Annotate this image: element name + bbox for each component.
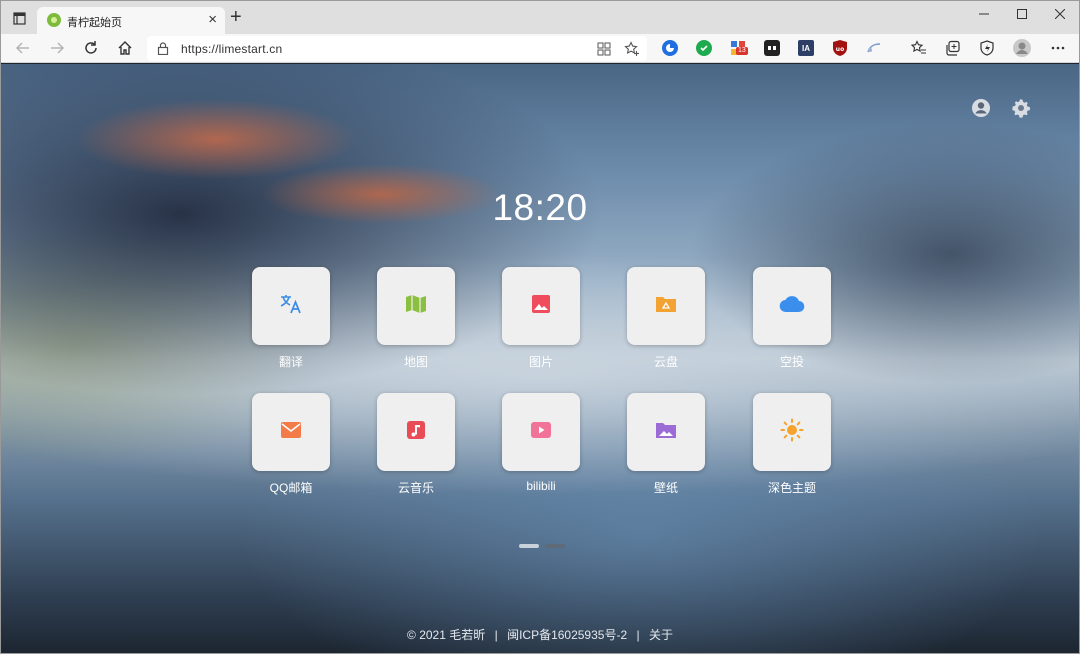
browser-essentials-icon[interactable] [978, 39, 996, 57]
tile-map[interactable]: 地图 [377, 267, 455, 370]
collections-icon[interactable] [944, 39, 962, 57]
tab-title: 青柠起始页 [67, 17, 122, 29]
page-footer: © 2021 毛若昕 | 闽ICP备16025935号-2 | 关于 [1, 626, 1079, 643]
tile-cloud-drive[interactable]: 云盘 [627, 267, 705, 370]
home-icon[interactable] [115, 38, 135, 58]
extension-badge: 13 [736, 47, 748, 55]
lock-icon[interactable] [157, 42, 169, 56]
refresh-icon[interactable] [81, 38, 101, 58]
profile-avatar-icon[interactable] [1012, 38, 1032, 58]
tile-box[interactable] [627, 393, 705, 471]
tile-airdrop[interactable]: 空投 [753, 267, 831, 370]
about-link[interactable]: 关于 [649, 628, 673, 642]
close-window-icon[interactable] [1041, 1, 1079, 27]
tile-image[interactable]: 图片 [502, 267, 580, 370]
tile-label: QQ邮箱 [269, 481, 313, 495]
tile-box[interactable] [502, 393, 580, 471]
sun-icon [780, 418, 804, 447]
play-icon [530, 421, 552, 444]
tile-label: 云盘 [653, 355, 678, 369]
icp-link[interactable]: 闽ICP备16025935号-2 [507, 628, 627, 642]
new-tab-button[interactable]: + [230, 7, 242, 27]
ublock-shield-icon[interactable]: uo [832, 40, 848, 56]
tile-label: 翻译 [278, 355, 303, 369]
tab-active[interactable]: 青柠起始页 × [37, 7, 225, 34]
extension-grid-icon[interactable]: 13 [730, 40, 748, 56]
forward-icon[interactable] [47, 38, 67, 58]
tile-label: 壁纸 [653, 481, 678, 495]
extension-translate-icon[interactable] [866, 40, 882, 56]
tile-box[interactable] [377, 393, 455, 471]
title-bar: 青柠起始页 × + [1, 1, 1079, 34]
extension-blue-icon[interactable] [662, 40, 678, 56]
mail-icon [280, 421, 302, 444]
add-favorite-icon[interactable] [623, 40, 641, 58]
more-options-icon[interactable] [1049, 39, 1067, 57]
favorites-icon[interactable] [910, 39, 928, 57]
tile-label: 地图 [403, 355, 428, 369]
tile-label: 深色主题 [767, 481, 816, 495]
back-icon[interactable] [13, 38, 33, 58]
minimize-icon[interactable] [965, 1, 1003, 27]
url-text[interactable]: https://limestart.cn [181, 42, 282, 56]
tab-actions-icon[interactable] [9, 8, 29, 28]
tile-box[interactable] [753, 393, 831, 471]
address-bar[interactable]: https://limestart.cn [147, 36, 647, 61]
page-dot[interactable] [545, 544, 565, 548]
tile-translate[interactable]: 翻译 [252, 267, 330, 370]
tile-label: bilibili [526, 479, 556, 493]
tile-label: 空投 [779, 355, 804, 369]
image-icon [531, 294, 551, 319]
svg-text:uo: uo [836, 46, 844, 53]
browser-toolbar: https://limestart.cn 13 IA uo [1, 34, 1079, 63]
tile-wallpaper[interactable]: 壁纸 [627, 393, 705, 496]
tile-qq-mail[interactable]: QQ邮箱 [252, 393, 330, 496]
tile-label: 云音乐 [397, 481, 434, 495]
maximize-icon[interactable] [1003, 1, 1041, 27]
clock-time: 18:20 [492, 187, 588, 228]
start-page: 18:20 翻译 地图 图片 云盘 空投 QQ邮箱 云音乐 bilibili 壁… [1, 64, 1079, 653]
window-controls [965, 1, 1079, 27]
account-icon[interactable] [971, 98, 991, 118]
extension-ia-icon[interactable]: IA [798, 40, 814, 56]
map-icon [405, 293, 427, 320]
translate-icon [279, 292, 303, 321]
music-icon [406, 420, 426, 445]
wallpaper-icon [655, 420, 677, 445]
tile-box[interactable] [377, 267, 455, 345]
footer-separator: | [494, 628, 498, 642]
tile-bilibili[interactable]: bilibili [502, 393, 580, 493]
tile-box[interactable] [252, 267, 330, 345]
browser-window: 青柠起始页 × + https://limestart.cn 13 IA uo … [0, 0, 1080, 654]
pagination-dots [519, 544, 565, 548]
app-grid-icon[interactable] [595, 40, 613, 58]
cloud-drive-icon [655, 294, 677, 319]
copyright-text: © 2021 毛若昕 [407, 628, 486, 642]
tile-cloud-music[interactable]: 云音乐 [377, 393, 455, 496]
lime-favicon-icon [47, 13, 61, 27]
tile-box[interactable] [753, 267, 831, 345]
tile-dark-theme[interactable]: 深色主题 [753, 393, 831, 496]
tile-box[interactable] [502, 267, 580, 345]
extension-green-icon[interactable] [696, 40, 712, 56]
settings-gear-icon[interactable] [1011, 98, 1031, 118]
cloud-icon [779, 295, 805, 318]
footer-separator: | [636, 628, 640, 642]
tile-box[interactable] [627, 267, 705, 345]
tile-box[interactable] [252, 393, 330, 471]
page-dot-active[interactable] [519, 544, 539, 548]
tile-label: 图片 [528, 355, 553, 369]
extension-dark-icon[interactable] [764, 40, 780, 56]
tab-close-icon[interactable]: × [208, 11, 217, 29]
